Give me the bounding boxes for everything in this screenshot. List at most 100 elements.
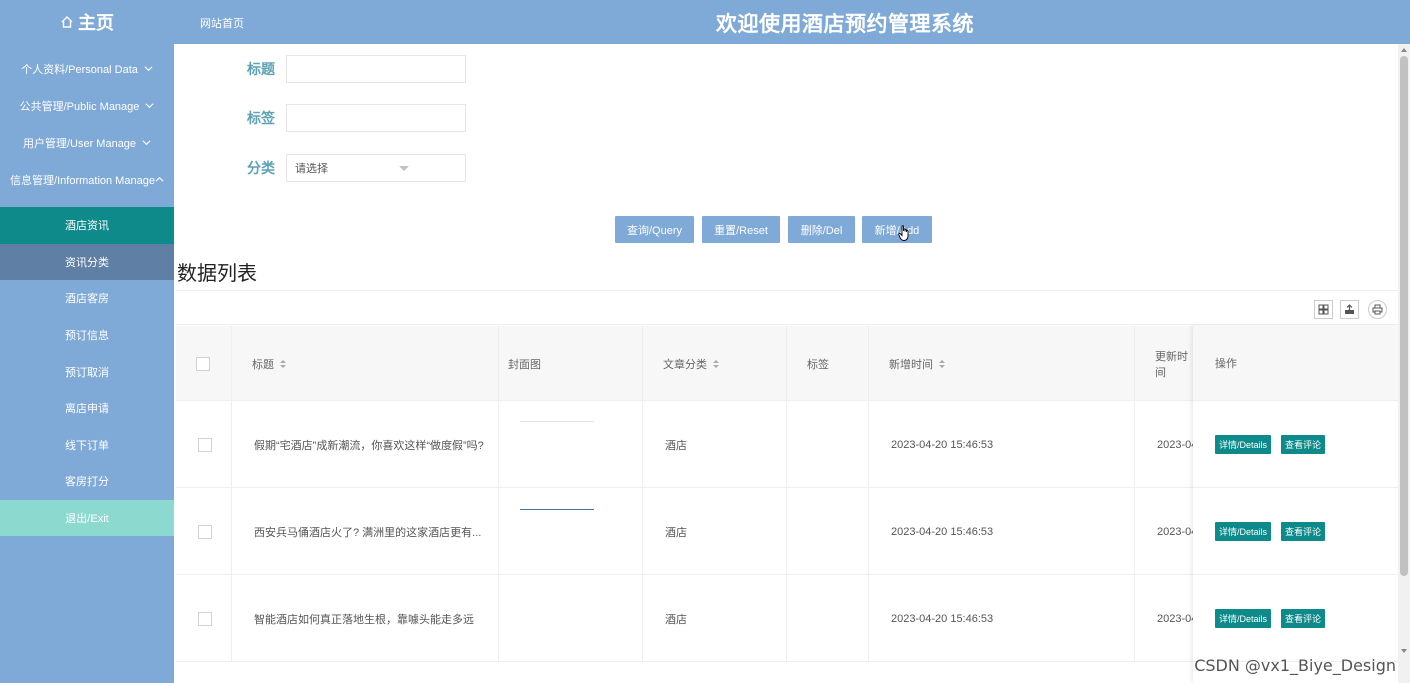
sidebar-item-booking-info[interactable]: 预订信息: [0, 317, 174, 354]
row-cover: [499, 575, 643, 662]
sidebar-item-label: 退出/Exit: [65, 513, 109, 526]
main-content: 标题 标签 分类 请选择 查询/Query 重置/Reset 删除/Del 新增…: [174, 44, 1398, 683]
sidebar-group-information-manage[interactable]: 信息管理/Information Manage: [0, 161, 174, 198]
column-header-label: 文章分类: [663, 358, 707, 371]
sidebar-group-personal-data[interactable]: 个人资料/Personal Data: [0, 50, 174, 87]
row-category: 酒店: [643, 401, 787, 488]
delete-button[interactable]: 删除/Del: [788, 216, 855, 243]
cover-image: [520, 421, 594, 422]
system-title: 欢迎使用酒店预约管理系统: [716, 13, 974, 36]
search-title-row: 标题: [225, 55, 466, 83]
sort-icon[interactable]: [713, 359, 719, 368]
add-button[interactable]: 新增/Add: [862, 216, 932, 243]
column-header-category[interactable]: 文章分类: [643, 326, 787, 401]
row-cover: [499, 401, 643, 488]
row-select-cell: [176, 488, 232, 575]
row-checkbox[interactable]: [198, 611, 212, 626]
scroll-down-icon[interactable]: [1401, 649, 1407, 653]
row-created: 2023-04-20 15:46:53: [869, 575, 1135, 662]
query-button[interactable]: 查询/Query: [615, 216, 694, 243]
tag-input[interactable]: [286, 104, 466, 132]
table-toolbar: [176, 290, 1398, 325]
sidebar-group-label: 信息管理/Information Manage: [10, 174, 155, 187]
caret-down-icon: [399, 166, 409, 171]
sidebar-item-news-category[interactable]: 资讯分类: [0, 243, 174, 281]
sidebar-item-room-rating[interactable]: 客房打分: [0, 463, 174, 500]
top-header: 主页 网站首页 欢迎使用酒店预约管理系统: [0, 0, 1410, 44]
print-icon[interactable]: [1368, 300, 1387, 319]
sidebar-item-label: 预订取消: [65, 366, 109, 379]
columns-icon[interactable]: [1314, 300, 1333, 319]
sort-icon[interactable]: [939, 359, 945, 368]
row-title: 西安兵马俑酒店火了? 满洲里的这家酒店更有...: [232, 488, 499, 575]
row-category: 酒店: [643, 488, 787, 575]
row-checkbox[interactable]: [198, 524, 212, 539]
chevron-down-icon: [144, 66, 153, 72]
category-select[interactable]: 请选择: [286, 154, 466, 182]
sidebar-item-booking-cancel[interactable]: 预订取消: [0, 353, 174, 390]
column-header-label: 新增时间: [889, 358, 933, 371]
reset-button[interactable]: 重置/Reset: [702, 216, 780, 243]
row-title: 智能酒店如何真正落地生根，靠噱头能走多远: [232, 575, 499, 662]
sidebar-item-label: 线下订单: [65, 439, 109, 452]
page-scrollbar[interactable]: [1398, 44, 1410, 683]
row-tag: [787, 401, 869, 488]
sidebar-item-exit[interactable]: 退出/Exit: [0, 499, 174, 537]
sidebar-item-hotel-rooms[interactable]: 酒店客房: [0, 280, 174, 317]
column-header-title[interactable]: 标题: [232, 326, 499, 401]
column-header-label: 更新时间: [1155, 350, 1188, 379]
hand-cursor-icon: [898, 225, 909, 241]
sidebar: 个人资料/Personal Data 公共管理/Public Manage 用户…: [0, 44, 174, 683]
details-button[interactable]: 详情/Details: [1215, 434, 1272, 454]
sidebar-item-label: 客房打分: [65, 476, 109, 489]
sidebar-item-checkout-request[interactable]: 离店申请: [0, 390, 174, 427]
row-updated: 2023-04: [1135, 401, 1195, 488]
column-header-label: 标题: [252, 358, 274, 371]
watermark: CSDN @vx1_Biye_Design: [1194, 656, 1396, 675]
sidebar-group-user-manage[interactable]: 用户管理/User Manage: [0, 124, 174, 161]
cover-image: [520, 509, 594, 510]
row-title: 假期“宅酒店”成新潮流，你喜欢这样“做度假”吗?: [232, 401, 499, 488]
row-created: 2023-04-20 15:46:53: [869, 488, 1135, 575]
chevron-down-icon: [145, 103, 154, 109]
chevron-down-icon: [142, 140, 151, 146]
scroll-up-icon[interactable]: [1401, 48, 1407, 52]
column-header-created[interactable]: 新增时间: [869, 326, 1135, 401]
select-all-cell: [176, 326, 232, 401]
sort-icon[interactable]: [280, 359, 286, 368]
row-updated: 2023-04: [1135, 575, 1195, 662]
sidebar-group-public-manage[interactable]: 公共管理/Public Manage: [0, 87, 174, 124]
category-placeholder: 请选择: [295, 163, 328, 175]
sidebar-item-hotel-news[interactable]: 酒店资讯: [0, 207, 174, 244]
column-header-label: 封面图: [508, 358, 541, 371]
sidebar-item-label: 酒店客房: [65, 293, 109, 306]
sidebar-item-label: 离店申请: [65, 403, 109, 416]
view-comments-button[interactable]: 查看评论: [1281, 608, 1326, 628]
view-comments-button[interactable]: 查看评论: [1281, 434, 1326, 454]
scroll-thumb[interactable]: [1400, 56, 1408, 576]
column-header-updated[interactable]: 更新时间: [1135, 326, 1195, 401]
home-icon: [61, 16, 73, 28]
sidebar-group-label: 个人资料/Personal Data: [21, 63, 138, 76]
view-comments-button[interactable]: 查看评论: [1281, 521, 1326, 541]
sidebar-item-offline-orders[interactable]: 线下订单: [0, 427, 174, 464]
title-label: 标题: [247, 61, 275, 77]
home-link[interactable]: 主页: [0, 0, 174, 44]
sidebar-group-label: 公共管理/Public Manage: [19, 100, 140, 113]
list-title: 数据列表: [177, 263, 257, 285]
sidebar-group-label: 用户管理/User Manage: [22, 137, 137, 150]
select-all-checkbox[interactable]: [196, 356, 210, 371]
row-operations: 详情/Details 查看评论: [1193, 575, 1398, 662]
category-label: 分类: [247, 160, 275, 176]
details-button[interactable]: 详情/Details: [1215, 521, 1272, 541]
row-category: 酒店: [643, 575, 787, 662]
breadcrumb[interactable]: 网站首页: [200, 15, 244, 31]
row-checkbox[interactable]: [198, 437, 212, 452]
export-icon[interactable]: [1340, 300, 1359, 319]
details-button[interactable]: 详情/Details: [1215, 608, 1272, 628]
row-updated: 2023-04: [1135, 488, 1195, 575]
column-header-tag: 标签: [787, 326, 869, 401]
title-input[interactable]: [286, 55, 466, 83]
row-select-cell: [176, 575, 232, 662]
operations-column: 操作 详情/Details 查看评论 详情/Details 查看评论 详情/De…: [1193, 326, 1398, 683]
